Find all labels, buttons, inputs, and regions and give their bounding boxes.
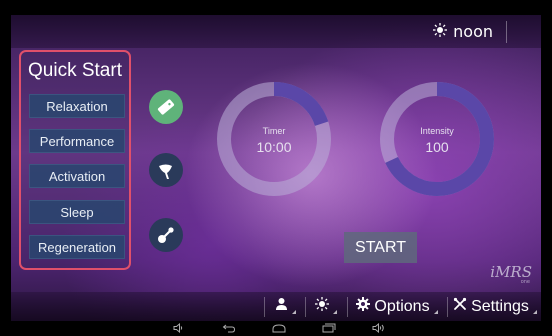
intensity-value: 100 [425,139,449,155]
time-of-day-indicator[interactable]: noon [433,22,493,41]
top-bar: noon [11,15,541,48]
volume-down-icon[interactable] [172,322,186,334]
sleep-button[interactable]: Sleep [29,200,125,224]
volume-up-icon[interactable] [372,322,386,334]
options-button[interactable]: Options [349,292,445,321]
imrs-logo-sub: one [520,279,530,285]
performance-button[interactable]: Performance [29,129,125,153]
regeneration-button[interactable]: Regeneration [29,235,125,259]
quick-start-panel: Quick Start Relaxation Performance Activ… [19,50,131,270]
relaxation-button[interactable]: Relaxation [29,94,125,118]
brightness-corner-icon [333,309,337,314]
intensity-readout: Intensity 100 [378,126,496,155]
home-icon[interactable] [272,322,286,334]
settings-label: Settings [471,297,529,315]
bottom-divider [305,297,306,317]
spot-applicator-icon[interactable] [149,153,183,187]
tools-icon [453,297,467,316]
user-corner-icon [291,309,296,314]
top-divider [506,21,507,43]
settings-corner-icon [532,309,537,314]
back-icon[interactable] [222,322,236,334]
gear-icon [356,297,371,316]
bottom-divider [264,297,265,317]
bandage-pad-icon[interactable] [149,90,183,124]
user-icon [275,297,288,316]
brightness-button[interactable] [307,292,345,321]
options-corner-icon [433,309,438,314]
time-of-day-label: noon [453,22,493,41]
pen-applicator-icon[interactable] [149,218,183,252]
activation-button[interactable]: Activation [29,164,125,188]
options-label: Options [374,297,430,315]
timer-readout: Timer 10:00 [215,126,333,155]
bottom-divider [447,297,448,317]
app-screen: noon Quick Start Relaxation Performance … [11,15,541,321]
bottom-bar: Options Settings [11,292,541,321]
settings-button[interactable]: Settings [449,292,541,321]
android-nav-bar [0,321,552,336]
user-button[interactable] [267,292,303,321]
bottom-divider [347,297,348,317]
recent-apps-icon[interactable] [322,322,336,334]
intensity-label: Intensity [420,126,454,136]
timer-label: Timer [262,126,286,136]
brightness-icon [315,297,329,316]
quick-start-title: Quick Start [28,60,122,81]
start-button[interactable]: START [344,232,417,263]
timer-value: 10:00 [256,139,292,155]
sun-icon [433,22,448,41]
